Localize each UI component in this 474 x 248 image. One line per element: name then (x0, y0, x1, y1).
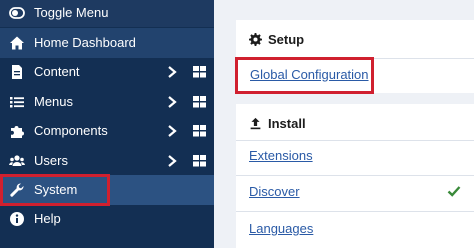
divider (236, 140, 474, 141)
sidebar-item-help[interactable]: Help (0, 204, 214, 234)
system-highlight-box (0, 174, 110, 206)
install-title: Install (268, 116, 306, 131)
extensions-link[interactable]: Extensions (249, 148, 313, 163)
dashboard-grid-icon[interactable] (193, 66, 206, 78)
upload-icon (250, 117, 261, 130)
file-icon (12, 65, 22, 79)
global-configuration-highlight-box (235, 57, 374, 94)
sidebar-item-label: Help (34, 211, 61, 226)
sidebar: Toggle Menu Home Dashboard Content Menus… (0, 0, 214, 248)
dashboard-grid-icon[interactable] (193, 125, 206, 137)
sidebar-item-label: Home Dashboard (34, 35, 136, 50)
sidebar-item-label: Content (34, 64, 80, 79)
home-icon (10, 36, 24, 50)
list-icon (10, 97, 24, 108)
divider (236, 175, 474, 176)
chevron-right-icon[interactable] (166, 65, 178, 79)
chevron-right-icon[interactable] (166, 124, 178, 138)
languages-link[interactable]: Languages (249, 221, 313, 236)
info-icon (10, 212, 24, 226)
main-panel: Setup Install Extensions Discover Langua… (214, 0, 474, 248)
dashboard-grid-icon[interactable] (193, 155, 206, 167)
sidebar-item-label: Users (34, 153, 68, 168)
sidebar-item-menus[interactable]: Menus (0, 87, 214, 117)
setup-header: Setup (249, 32, 304, 47)
chevron-right-icon[interactable] (166, 154, 178, 168)
discover-link[interactable]: Discover (249, 184, 300, 199)
setup-title: Setup (268, 32, 305, 47)
install-header: Install (249, 116, 306, 131)
sidebar-item-home-dashboard[interactable]: Home Dashboard (0, 28, 214, 58)
puzzle-icon (11, 126, 24, 138)
install-card: Install Extensions Discover Languages (236, 104, 474, 248)
gear-icon (249, 33, 262, 46)
dashboard-grid-icon[interactable] (193, 96, 206, 108)
sidebar-item-components[interactable]: Components (0, 116, 214, 146)
toggle-menu-label: Toggle Menu (34, 5, 109, 20)
toggle-menu-button[interactable]: Toggle Menu (0, 0, 214, 27)
sidebar-item-users[interactable]: Users (0, 146, 214, 176)
divider (236, 211, 474, 212)
sidebar-item-content[interactable]: Content (0, 57, 214, 87)
sidebar-item-label: Components (34, 123, 108, 138)
check-icon (447, 186, 461, 197)
sidebar-item-label: Menus (34, 94, 74, 109)
users-icon (9, 155, 25, 166)
chevron-right-icon[interactable] (166, 95, 178, 109)
toggle-icon (9, 7, 25, 19)
